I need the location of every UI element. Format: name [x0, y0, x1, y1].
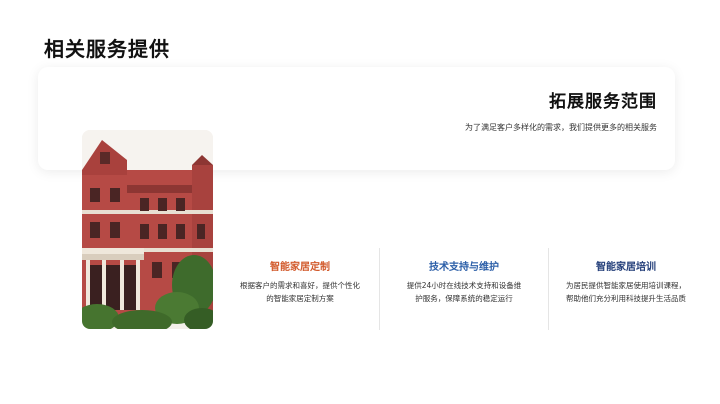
building-photo	[82, 130, 213, 329]
feature-description: 提供24小时在线技术支持和设备维护服务，保障系统的稳定运行	[406, 281, 522, 303]
divider	[379, 248, 380, 330]
feature-training: 智能家居培训 为居民提供智能家居使用培训课程，帮助他们充分利用科技提升生活品质	[566, 258, 686, 305]
feature-title: 智能家居定制	[270, 262, 330, 273]
feature-description: 根据客户的需求和喜好，提供个性化的智能家居定制方案	[240, 281, 360, 303]
divider	[548, 248, 549, 330]
feature-title: 技术支持与维护	[429, 262, 499, 273]
feature-support: 技术支持与维护 提供24小时在线技术支持和设备维护服务，保障系统的稳定运行	[404, 258, 524, 305]
feature-custom: 智能家居定制 根据客户的需求和喜好，提供个性化的智能家居定制方案	[240, 258, 360, 305]
page-title: 相关服务提供	[44, 37, 170, 61]
feature-description: 为居民提供智能家居使用培训课程，帮助他们充分利用科技提升生活品质	[566, 281, 686, 303]
hero-title: 拓展服务范围	[549, 92, 657, 112]
hero-subtitle: 为了满足客户多样化的需求，我们提供更多的相关服务	[465, 123, 657, 132]
feature-title: 智能家居培训	[596, 262, 656, 273]
